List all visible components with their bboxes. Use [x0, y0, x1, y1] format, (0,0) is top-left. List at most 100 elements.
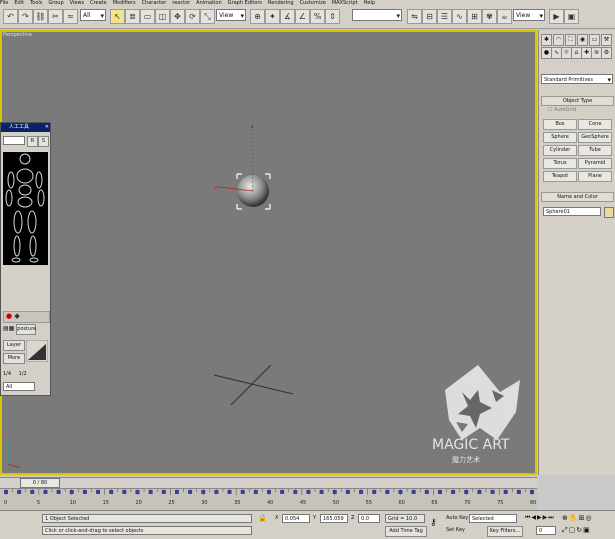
- plane-button[interactable]: Plane: [578, 171, 612, 182]
- angle-snap-icon[interactable]: ∠: [295, 9, 310, 24]
- systems-icon[interactable]: ⚙: [601, 47, 612, 59]
- close-icon[interactable]: ✕: [45, 123, 49, 132]
- select-manipulate-icon[interactable]: ✦: [265, 9, 280, 24]
- selection-status: 1 Object Selected: [42, 514, 252, 523]
- box-button[interactable]: Box: [543, 119, 577, 130]
- viewport-nav-icons-2[interactable]: ⤢▢↻▣: [562, 526, 591, 535]
- teapot-button[interactable]: Teapot: [543, 171, 577, 182]
- layer-button[interactable]: Layer: [3, 340, 25, 351]
- snaps-toggle-icon[interactable]: ∡: [280, 9, 295, 24]
- select-rotate-icon[interactable]: ⟳: [185, 9, 200, 24]
- setkey-button[interactable]: Set Key: [446, 526, 465, 535]
- paste-icon[interactable]: ▦: [9, 325, 15, 332]
- object-name-input[interactable]: Sphere01: [543, 207, 601, 216]
- geosphere-button[interactable]: GeoSphere: [578, 132, 612, 143]
- btn-r[interactable]: R: [27, 136, 38, 147]
- autokey-button[interactable]: Auto Key: [446, 514, 468, 523]
- key-mode-icon[interactable]: ⚷: [430, 518, 437, 528]
- percent-snap-icon[interactable]: %: [310, 9, 325, 24]
- autogrid-checkbox[interactable]: ☐ AutoGrid: [548, 107, 576, 113]
- bind-space-warp-icon[interactable]: ≈: [63, 9, 78, 24]
- window-crossing-icon[interactable]: ◫: [155, 9, 170, 24]
- keyframe-marker: [516, 490, 521, 494]
- timeline-ticks: 0 5 10 15 20 25 30 35 40 45 50 55 60 65 70 75 80: [4, 489, 536, 506]
- sphere-button[interactable]: Sphere: [543, 132, 577, 143]
- schematic-view-icon[interactable]: ⊞: [467, 9, 482, 24]
- panel-select-field[interactable]: [3, 136, 25, 145]
- keyframe-marker: [56, 490, 61, 494]
- pivot-center-icon[interactable]: ⊕: [250, 9, 265, 24]
- reference-coordinate-dropdown[interactable]: View: [216, 9, 246, 22]
- y-label: Y: [313, 515, 317, 521]
- keyframe-marker: [332, 490, 337, 494]
- fraction-1[interactable]: 1/4: [3, 371, 11, 377]
- keyframe-marker: [227, 490, 232, 494]
- render-setup-icon[interactable]: ☕: [497, 9, 512, 24]
- panel-title-bar[interactable]: 人工工具 ✕: [1, 123, 50, 132]
- tube-button[interactable]: Tube: [578, 145, 612, 156]
- character-figure-map[interactable]: [3, 152, 48, 265]
- select-object-icon[interactable]: ↖: [110, 9, 125, 24]
- playback-controls[interactable]: ⏮◀▶▶⏭: [525, 514, 555, 522]
- render-view-dropdown[interactable]: View: [513, 9, 545, 22]
- select-by-name-icon[interactable]: ≣: [125, 9, 140, 24]
- btn-s[interactable]: S: [38, 136, 49, 147]
- named-selection-dropdown[interactable]: [352, 9, 402, 22]
- timeline-tick-label: 0: [4, 500, 7, 506]
- key-filters-button[interactable]: Key Filters...: [487, 526, 523, 537]
- mode-dropdown[interactable]: All: [3, 382, 35, 391]
- modify-tab-icon[interactable]: ◠: [553, 34, 564, 46]
- object-color-swatch[interactable]: [604, 207, 614, 218]
- undo-icon[interactable]: ↶: [3, 9, 18, 24]
- fraction-2[interactable]: 1/2: [19, 371, 27, 377]
- hierarchy-tab-icon[interactable]: ⛶: [565, 34, 576, 46]
- key-icon[interactable]: ◆: [14, 312, 19, 320]
- keyframe-marker: [503, 490, 508, 494]
- add-time-tag-button[interactable]: Add Time Tag: [385, 526, 427, 537]
- keyframe-marker: [451, 490, 456, 494]
- spinner-snap-icon[interactable]: ⇕: [325, 9, 340, 24]
- lock-selection-icon[interactable]: 🔒: [258, 514, 267, 522]
- mirror-icon[interactable]: ⇋: [407, 9, 422, 24]
- material-editor-icon[interactable]: ✾: [482, 9, 497, 24]
- time-slider-thumb[interactable]: 0 / 80: [20, 478, 60, 488]
- utilities-tab-icon[interactable]: ⚒: [601, 34, 612, 46]
- track-bar[interactable]: 0 5 10 15 20 25 30 35 40 45 50 55 60 65 70 75 80: [0, 488, 537, 511]
- name-color-rollout[interactable]: Name and Color: [541, 192, 614, 202]
- autokey-selection-dropdown[interactable]: Selected: [469, 514, 517, 523]
- object-type-rollout[interactable]: Object Type: [541, 96, 614, 106]
- redo-icon[interactable]: ↷: [18, 9, 33, 24]
- pyramid-button[interactable]: Pyramid: [578, 158, 612, 169]
- select-move-icon[interactable]: ✥: [170, 9, 185, 24]
- align-icon[interactable]: ⊟: [422, 9, 437, 24]
- selection-filter-dropdown[interactable]: All: [80, 9, 106, 22]
- z-coordinate-field[interactable]: 0.0: [358, 514, 380, 523]
- quick-render-icon[interactable]: ▶: [549, 9, 564, 24]
- time-slider-track[interactable]: [0, 477, 537, 488]
- more-button[interactable]: More: [3, 353, 25, 364]
- cone-button[interactable]: Cone: [578, 119, 612, 130]
- y-coordinate-field[interactable]: 165.059: [320, 514, 348, 523]
- create-tab-icon[interactable]: ✱: [541, 34, 552, 46]
- x-label: X: [275, 515, 279, 521]
- set-key-icon[interactable]: ●: [6, 312, 12, 320]
- torus-button[interactable]: Torus: [543, 158, 577, 169]
- posture-row: ▤▦ posture: [3, 324, 37, 335]
- keyframe-marker: [319, 490, 324, 494]
- render-last-icon[interactable]: ▣: [564, 9, 579, 24]
- viewport-nav-icons[interactable]: ⊕✋⊞◎: [562, 514, 593, 522]
- select-scale-icon[interactable]: ⤡: [200, 9, 215, 24]
- category-dropdown[interactable]: Standard Primitives: [541, 74, 613, 85]
- posture-button[interactable]: posture: [16, 324, 37, 335]
- x-coordinate-field[interactable]: 0.054: [282, 514, 310, 523]
- current-frame-field[interactable]: 0: [536, 526, 556, 535]
- display-tab-icon[interactable]: ▭: [589, 34, 600, 46]
- link-icon[interactable]: ⛓: [33, 9, 48, 24]
- layer-manager-icon[interactable]: ☰: [437, 9, 452, 24]
- motion-tab-icon[interactable]: ◉: [577, 34, 588, 46]
- cylinder-button[interactable]: Cylinder: [543, 145, 577, 156]
- curve-editor-icon[interactable]: ∿: [452, 9, 467, 24]
- keyframe-marker: [359, 490, 364, 494]
- unlink-icon[interactable]: ✂: [48, 9, 63, 24]
- region-select-icon[interactable]: ▭: [140, 9, 155, 24]
